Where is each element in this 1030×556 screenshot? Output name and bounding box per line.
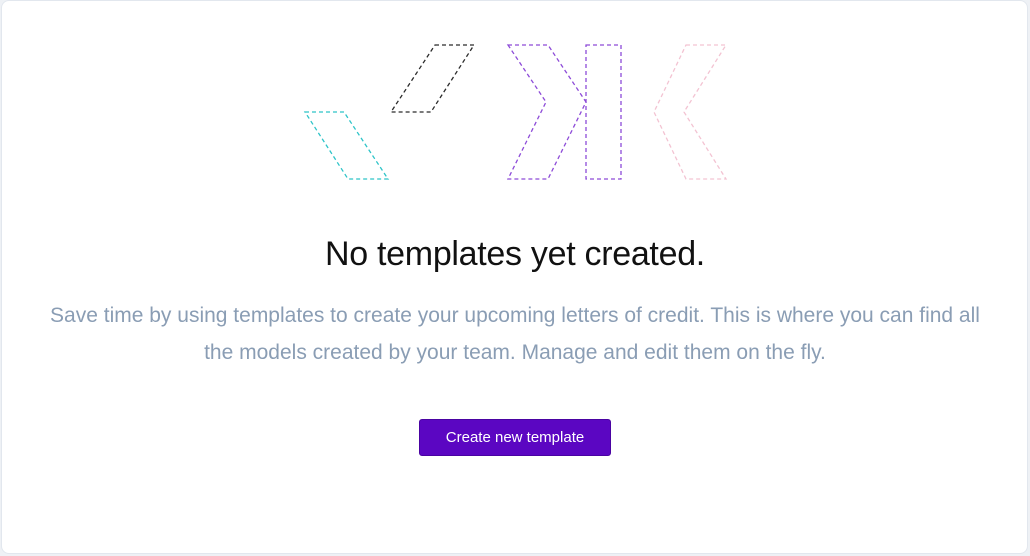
teal-shape [303, 111, 390, 180]
empty-state-description: Save time by using templates to create y… [50, 304, 980, 364]
empty-state-illustration-icon [303, 44, 728, 180]
purple-bar-shape [585, 44, 622, 180]
dark-shape [389, 44, 476, 113]
empty-state-title: No templates yet created. [325, 235, 705, 273]
pink-chevron-shape [653, 44, 728, 180]
purple-chevron-shape [506, 44, 587, 180]
create-new-template-button[interactable]: Create new template [419, 419, 611, 456]
